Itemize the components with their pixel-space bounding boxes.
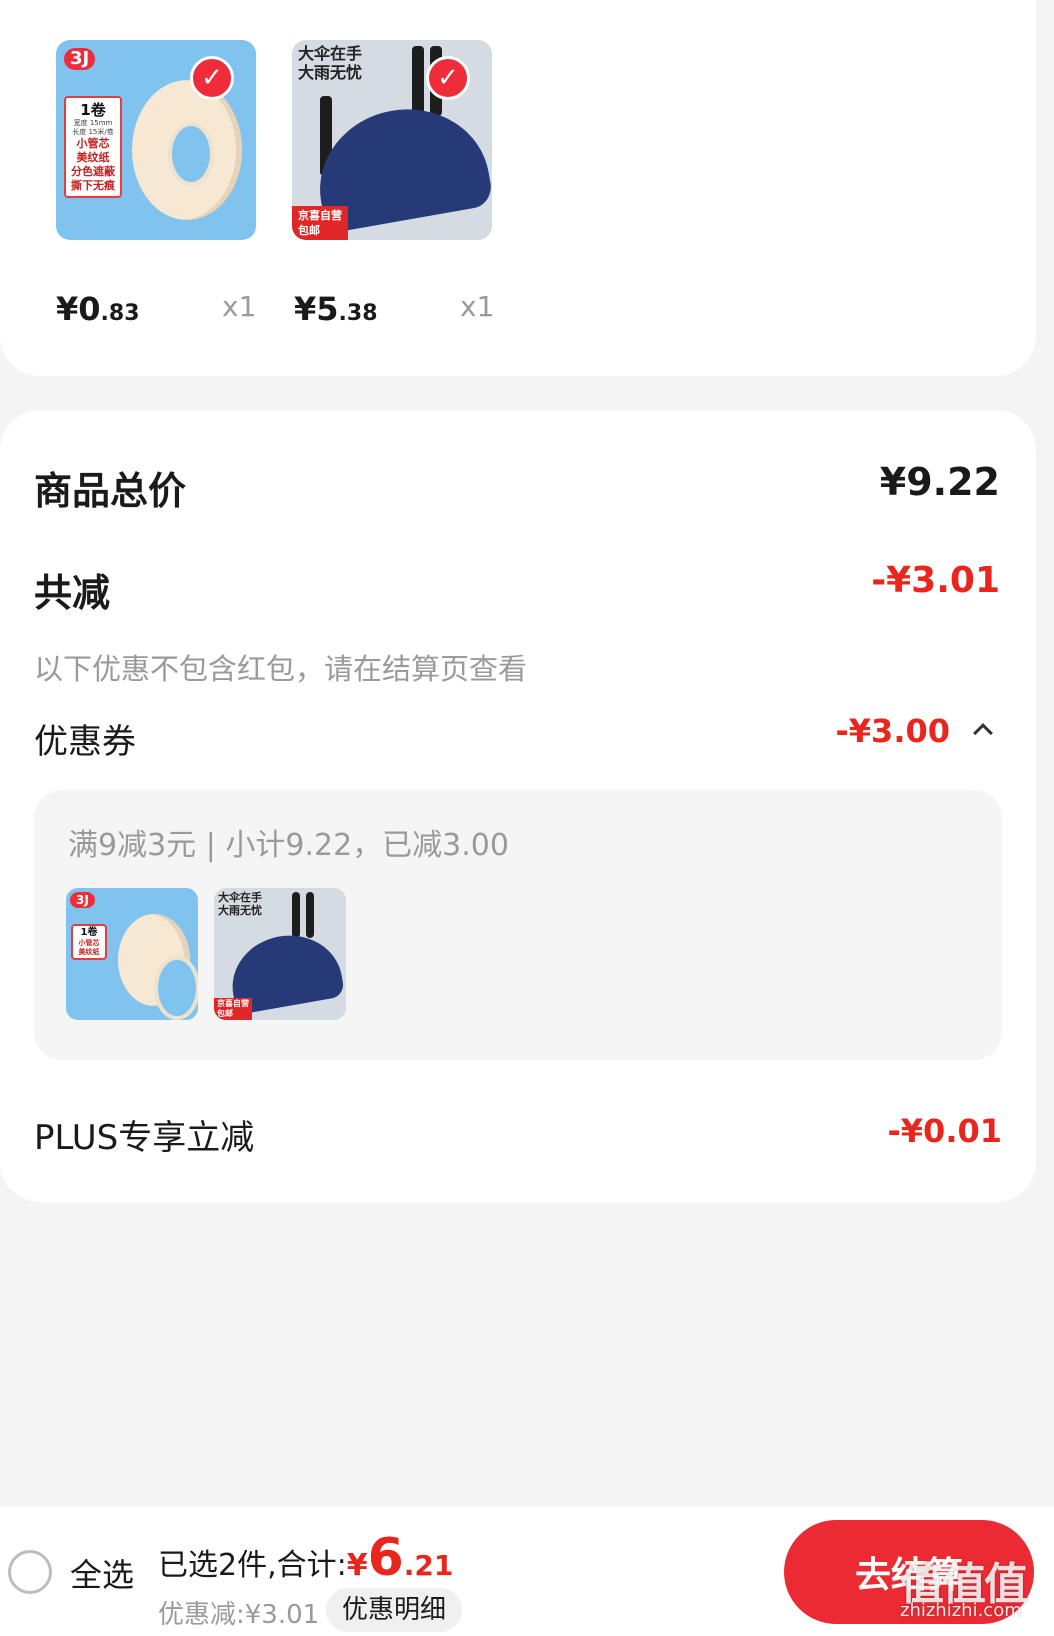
- coupon-value[interactable]: -¥3.00: [836, 712, 951, 750]
- discount-detail-button[interactable]: 优惠明细: [326, 1588, 463, 1632]
- reduce-note: 以下优惠不包含红包，请在结算页查看: [34, 652, 528, 686]
- discount-amount: 优惠减:¥3.01: [158, 1600, 320, 1630]
- product-thumb-umbrella[interactable]: 大伞在手 大雨无忧 京喜自营 包邮 ✓: [292, 40, 492, 240]
- tape-roll-image: [132, 80, 242, 220]
- check-icon[interactable]: ✓: [426, 56, 470, 100]
- coupon-detail-text: 满9减3元 | 小计9.22，已减3.00: [68, 828, 509, 863]
- tape-brand-badge: 3J: [64, 48, 96, 70]
- watermark-site: zhizhizhi.com: [900, 1600, 1022, 1621]
- promo-tag: 京喜自营 包邮: [214, 998, 252, 1020]
- total-line: 已选2件,合计:¥6.21: [158, 1528, 454, 1588]
- plus-discount-value: -¥0.01: [887, 1112, 1003, 1150]
- umbrella-headline: 大伞在手 大雨无忧: [218, 891, 262, 917]
- total-reduce-value: -¥3.01: [871, 560, 1000, 601]
- product-qty-umbrella: x1: [460, 290, 495, 323]
- umbrella-headline: 大伞在手 大雨无忧: [298, 44, 363, 82]
- total-reduce-label: 共减: [34, 571, 111, 615]
- product-thumb-tape[interactable]: 3J 1卷 宽度 15mm 长度 15米/卷 小管芯 美纹纸 分色遮蔽 撕下无痕…: [56, 40, 256, 240]
- checkout-bar: 全选 已选2件,合计:¥6.21 优惠减:¥3.01 优惠明细 去结算: [0, 1506, 1054, 1636]
- coupon-label: 优惠券: [34, 722, 136, 762]
- select-all-label[interactable]: 全选: [70, 1550, 134, 1596]
- promo-tag: 京喜自营 包邮: [292, 206, 348, 240]
- selected-products-card: 3J 1卷 宽度 15mm 长度 15米/卷 小管芯 美纹纸 分色遮蔽 撕下无痕…: [0, 0, 1036, 376]
- tape-label: 1卷 宽度 15mm 长度 15米/卷 小管芯 美纹纸 分色遮蔽 撕下无痕: [64, 96, 122, 198]
- coupon-thumb-tape[interactable]: 3J 1卷 小管芯 美纹纸: [66, 888, 198, 1020]
- plus-discount-label: PLUS专享立减: [34, 1118, 255, 1158]
- total-price-label: 商品总价: [34, 469, 187, 513]
- product-price-tape: ¥0.83: [56, 290, 140, 328]
- tape-label: 1卷 小管芯 美纹纸: [71, 924, 107, 960]
- check-icon[interactable]: ✓: [190, 56, 234, 100]
- umbrella-closed-image: [306, 892, 314, 938]
- tape-brand-badge: 3J: [70, 892, 95, 908]
- product-qty-tape: x1: [222, 290, 257, 323]
- umbrella-closed-image: [292, 892, 300, 938]
- product-price-umbrella: ¥5.38: [294, 290, 378, 328]
- total-price-value: ¥9.22: [879, 460, 1000, 504]
- coupon-detail-box: 满9减3元 | 小计9.22，已减3.00 3J 1卷 小管芯 美纹纸 大伞在手…: [34, 790, 1002, 1060]
- select-all-radio[interactable]: [8, 1550, 52, 1594]
- umbrella-closed-image: [412, 46, 424, 116]
- coupon-thumb-umbrella[interactable]: 大伞在手 大雨无忧 京喜自营 包邮: [214, 888, 346, 1020]
- tape-roll-image: [118, 914, 198, 1020]
